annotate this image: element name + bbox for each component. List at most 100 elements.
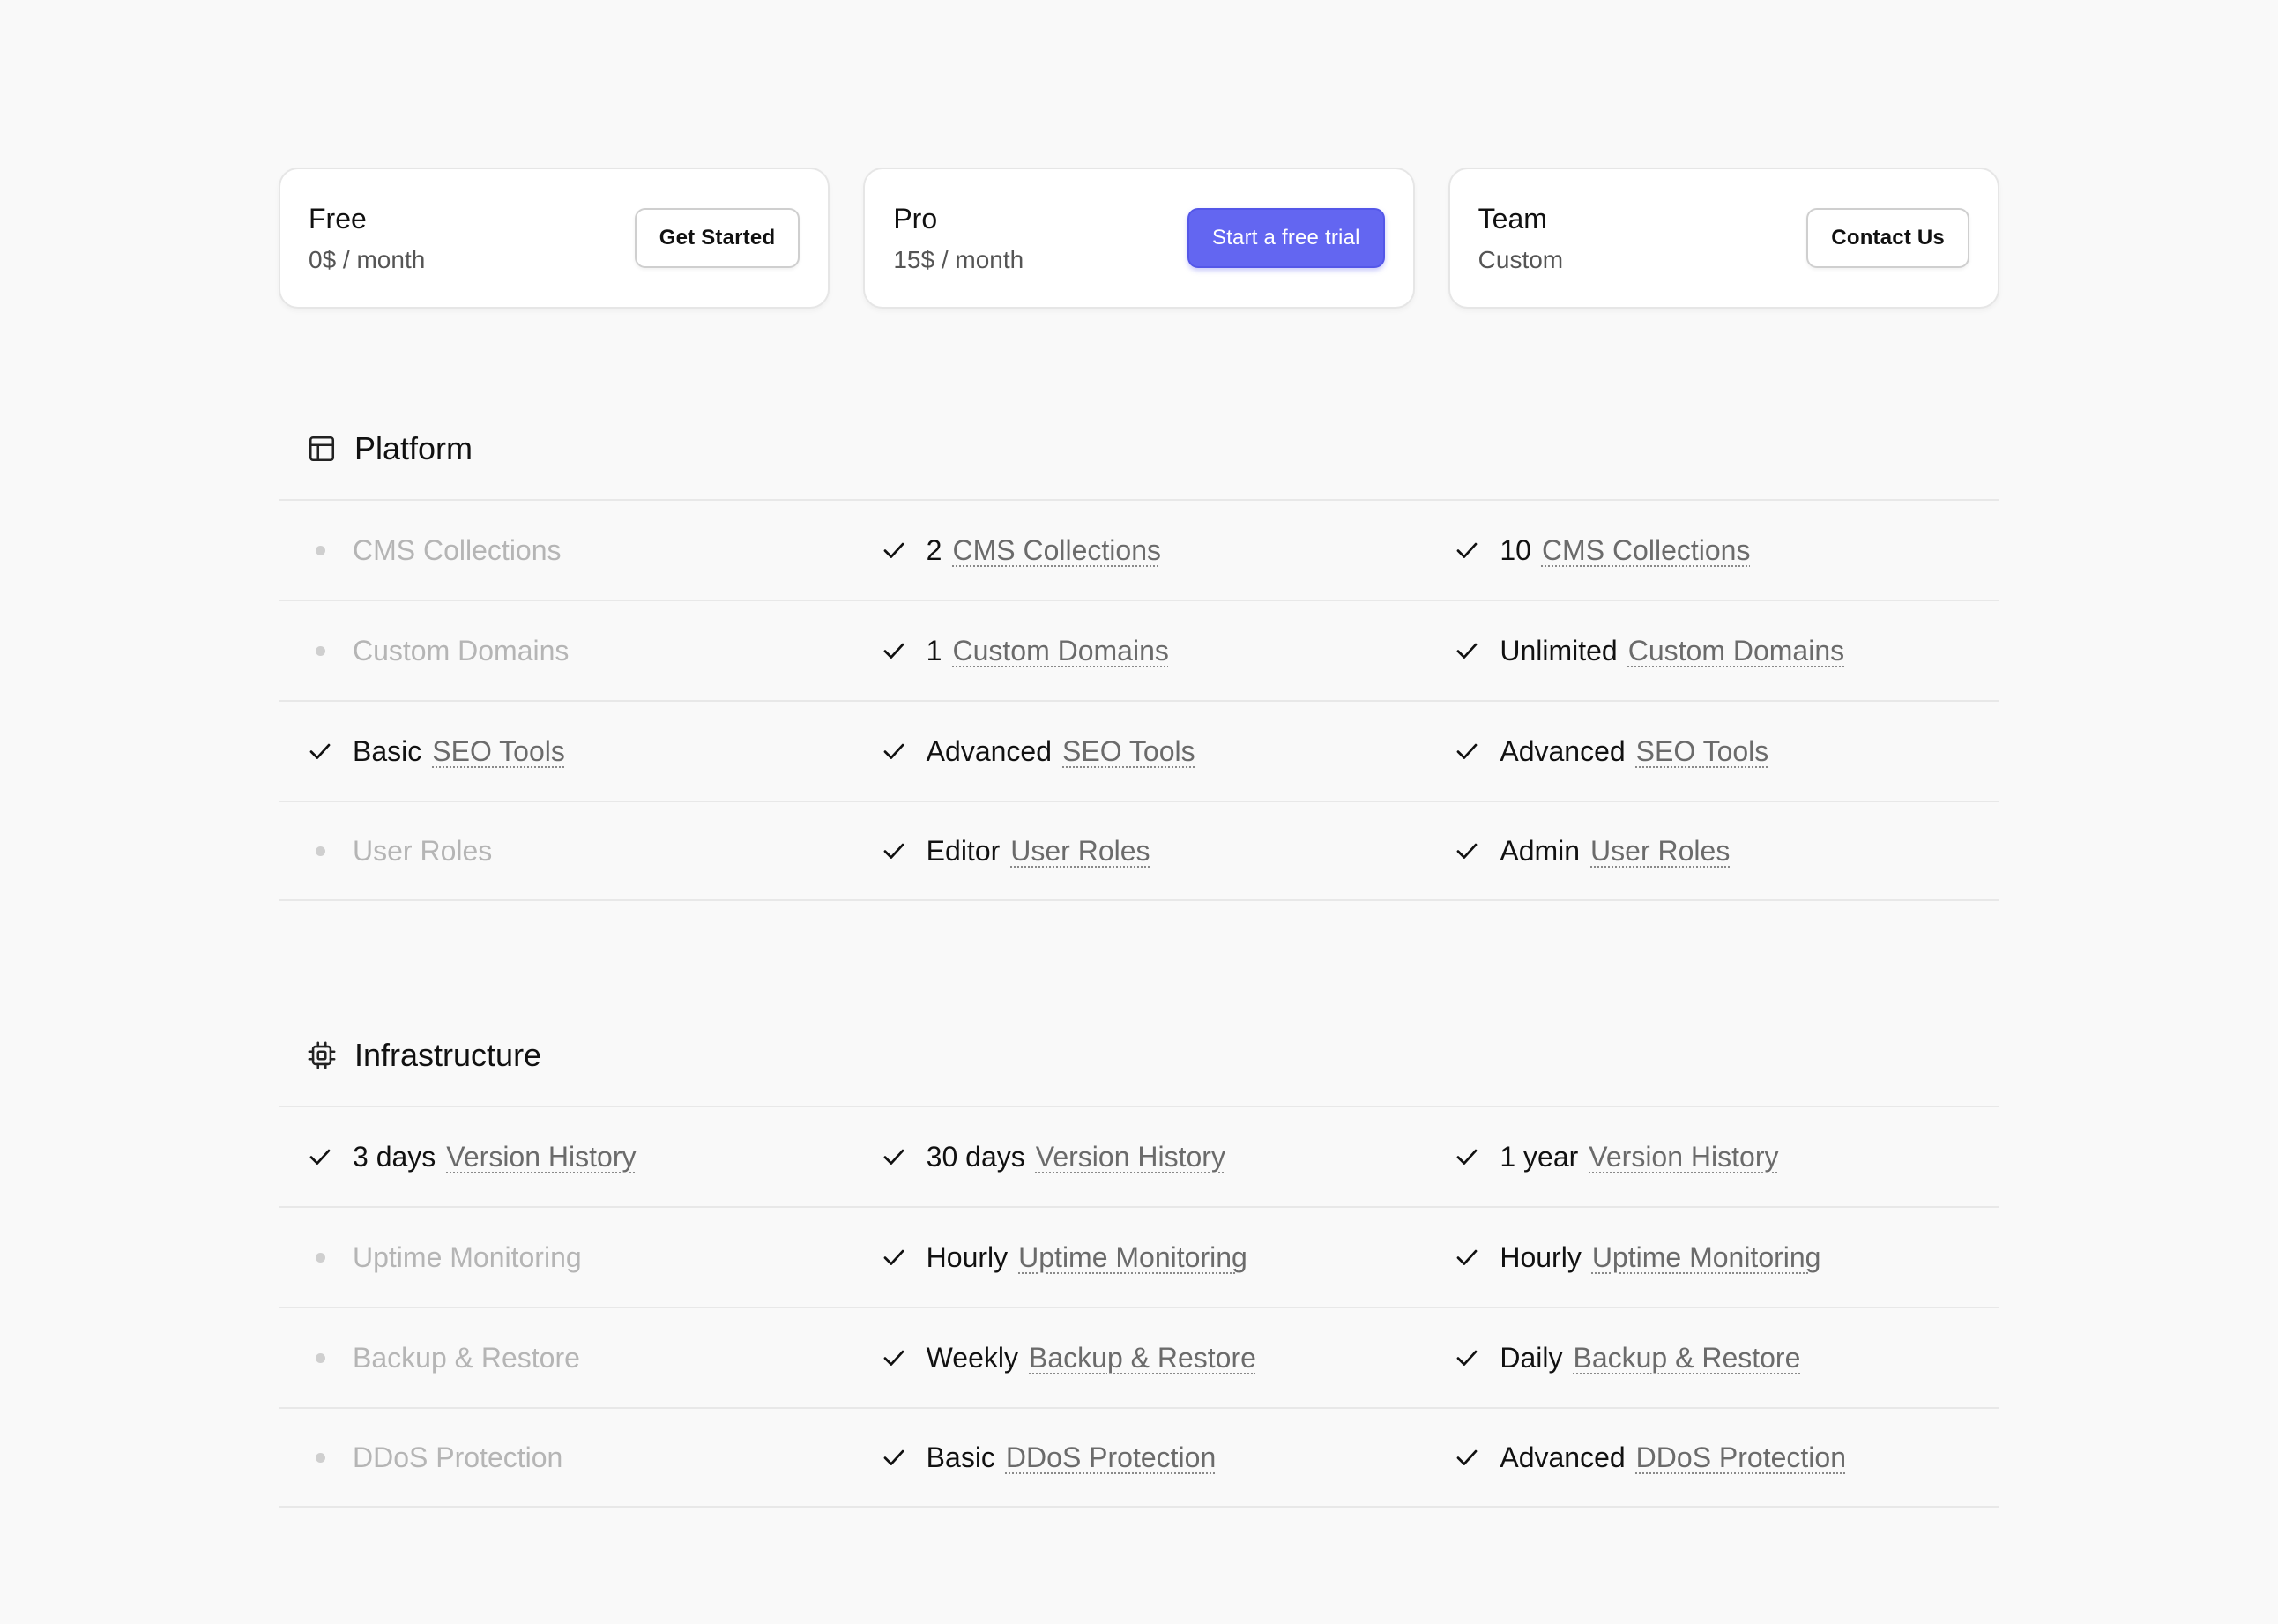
feature-name[interactable]: SEO Tools xyxy=(1062,735,1195,768)
get-started-button[interactable]: Get Started xyxy=(634,208,800,268)
feature-qualifier: 30 days xyxy=(926,1140,1025,1173)
dot-icon xyxy=(307,1444,333,1471)
feature-qualifier: Advanced xyxy=(1500,1441,1626,1473)
feature-qualifier: 1 xyxy=(926,634,942,667)
check-icon xyxy=(881,537,907,563)
feature-cell-team: Advanced DDoS Protection xyxy=(1426,1409,1999,1506)
plan-name: Free xyxy=(309,202,367,235)
check-icon xyxy=(1454,838,1480,864)
start-free-trial-button[interactable]: Start a free trial xyxy=(1187,208,1385,268)
feature-cell-pro: Basic DDoS Protection xyxy=(852,1409,1426,1506)
feature-name: DDoS Protection xyxy=(353,1441,563,1473)
dot-icon xyxy=(307,1345,333,1371)
plan-card-team: Team Custom Contact Us xyxy=(1448,168,1999,309)
check-icon xyxy=(307,738,333,764)
feature-cell-team: Advanced SEO Tools xyxy=(1426,702,1999,801)
section-header: Platform xyxy=(279,418,1999,480)
feature-qualifier: Advanced xyxy=(1500,734,1626,767)
feature-name: CMS Collections xyxy=(353,533,562,566)
plan-card-pro: Pro 15$ / month Start a free trial xyxy=(863,168,1415,309)
contact-us-button[interactable]: Contact Us xyxy=(1806,208,1969,268)
section-title: Infrastructure xyxy=(354,1037,542,1073)
feature-cell-team: Admin User Roles xyxy=(1426,802,1999,899)
check-icon xyxy=(1454,1144,1480,1170)
feature-cell-free: Basic SEO Tools xyxy=(279,702,852,801)
feature-cell-pro: Advanced SEO Tools xyxy=(852,702,1426,801)
plan-info: Free 0$ / month xyxy=(309,203,425,274)
feature-qualifier: Weekly xyxy=(926,1341,1018,1374)
feature-cell-free: DDoS Protection xyxy=(279,1409,852,1506)
feature-qualifier: Hourly xyxy=(926,1240,1009,1273)
feature-qualifier: 10 xyxy=(1500,533,1531,566)
feature-name[interactable]: Uptime Monitoring xyxy=(1592,1241,1821,1274)
check-icon xyxy=(307,1144,333,1170)
feature-cell-pro: 1 Custom Domains xyxy=(852,601,1426,700)
feature-name[interactable]: Backup & Restore xyxy=(1029,1342,1256,1374)
feature-name[interactable]: CMS Collections xyxy=(952,534,1161,567)
feature-row: DDoS Protection Basic DDoS Protection Advan… xyxy=(279,1407,1999,1508)
feature-qualifier: Basic xyxy=(353,734,422,767)
check-icon xyxy=(1454,637,1480,664)
feature-cell-pro: Editor User Roles xyxy=(852,802,1426,899)
check-icon xyxy=(881,738,907,764)
check-icon xyxy=(881,637,907,664)
feature-row: User Roles Editor User Roles Admin User Role… xyxy=(279,801,1999,901)
feature-cell-free: Uptime Monitoring xyxy=(279,1208,852,1307)
feature-cell-team: Daily Backup & Restore xyxy=(1426,1308,1999,1407)
feature-cell-team: Unlimited Custom Domains xyxy=(1426,601,1999,700)
feature-row: Custom Domains 1 Custom Domains Unlimited Cu… xyxy=(279,600,1999,700)
check-icon xyxy=(881,1345,907,1371)
feature-qualifier: 3 days xyxy=(353,1140,436,1173)
section-platform: Platform CMS Collections 2 CMS Collections 1… xyxy=(279,418,1999,901)
check-icon xyxy=(1454,1244,1480,1270)
feature-row: Uptime Monitoring Hourly Uptime Monitoring… xyxy=(279,1206,1999,1307)
feature-name: User Roles xyxy=(353,834,493,867)
plan-price: 0$ / month xyxy=(309,245,426,273)
feature-sections: Platform CMS Collections 2 CMS Collections 1… xyxy=(279,418,1999,1508)
feature-qualifier: Admin xyxy=(1500,834,1581,867)
feature-name[interactable]: User Roles xyxy=(1010,835,1150,868)
feature-name[interactable]: DDoS Protection xyxy=(1636,1441,1846,1474)
check-icon xyxy=(1454,1444,1480,1471)
feature-name[interactable]: DDoS Protection xyxy=(1006,1441,1216,1474)
plan-info: Pro 15$ / month xyxy=(893,203,1024,274)
feature-name: Custom Domains xyxy=(353,634,570,667)
feature-name[interactable]: Version History xyxy=(446,1141,636,1173)
feature-name[interactable]: Backup & Restore xyxy=(1573,1342,1800,1374)
feature-cell-pro: Hourly Uptime Monitoring xyxy=(852,1208,1426,1307)
check-icon xyxy=(1454,738,1480,764)
plan-price: 15$ / month xyxy=(893,245,1024,273)
section-infrastructure: Infrastructure 3 days Version History 30 da… xyxy=(279,1024,1999,1508)
feature-cell-pro: 30 days Version History xyxy=(852,1107,1426,1206)
check-icon xyxy=(1454,1345,1480,1371)
feature-name[interactable]: SEO Tools xyxy=(1636,735,1769,768)
check-icon xyxy=(881,838,907,864)
feature-qualifier: Hourly xyxy=(1500,1240,1582,1273)
check-icon xyxy=(1454,537,1480,563)
feature-name[interactable]: Version History xyxy=(1036,1141,1225,1173)
feature-name[interactable]: Uptime Monitoring xyxy=(1018,1241,1247,1274)
feature-qualifier: Advanced xyxy=(926,734,1052,767)
feature-cell-free: Custom Domains xyxy=(279,601,852,700)
feature-cell-free: User Roles xyxy=(279,802,852,899)
check-icon xyxy=(881,1144,907,1170)
feature-name[interactable]: Custom Domains xyxy=(952,635,1168,667)
check-icon xyxy=(881,1444,907,1471)
dot-icon xyxy=(307,537,333,563)
layout-icon xyxy=(307,434,337,464)
dot-icon xyxy=(307,838,333,864)
pricing-comparison: Free 0$ / month Get Started Pro 15$ / mo… xyxy=(279,168,1999,1508)
feature-name[interactable]: User Roles xyxy=(1590,835,1730,868)
plan-name: Team xyxy=(1478,202,1547,235)
dot-icon xyxy=(307,637,333,664)
feature-name[interactable]: CMS Collections xyxy=(1542,534,1751,567)
feature-qualifier: Basic xyxy=(926,1441,995,1473)
feature-row: 3 days Version History 30 days Version Hist… xyxy=(279,1106,1999,1206)
feature-name[interactable]: Version History xyxy=(1589,1141,1778,1173)
feature-cell-team: 1 year Version History xyxy=(1426,1107,1999,1206)
feature-cell-team: 10 CMS Collections xyxy=(1426,501,1999,600)
feature-name[interactable]: SEO Tools xyxy=(432,735,565,768)
feature-qualifier: 2 xyxy=(926,533,942,566)
feature-cell-pro: Weekly Backup & Restore xyxy=(852,1308,1426,1407)
feature-name[interactable]: Custom Domains xyxy=(1628,635,1844,667)
